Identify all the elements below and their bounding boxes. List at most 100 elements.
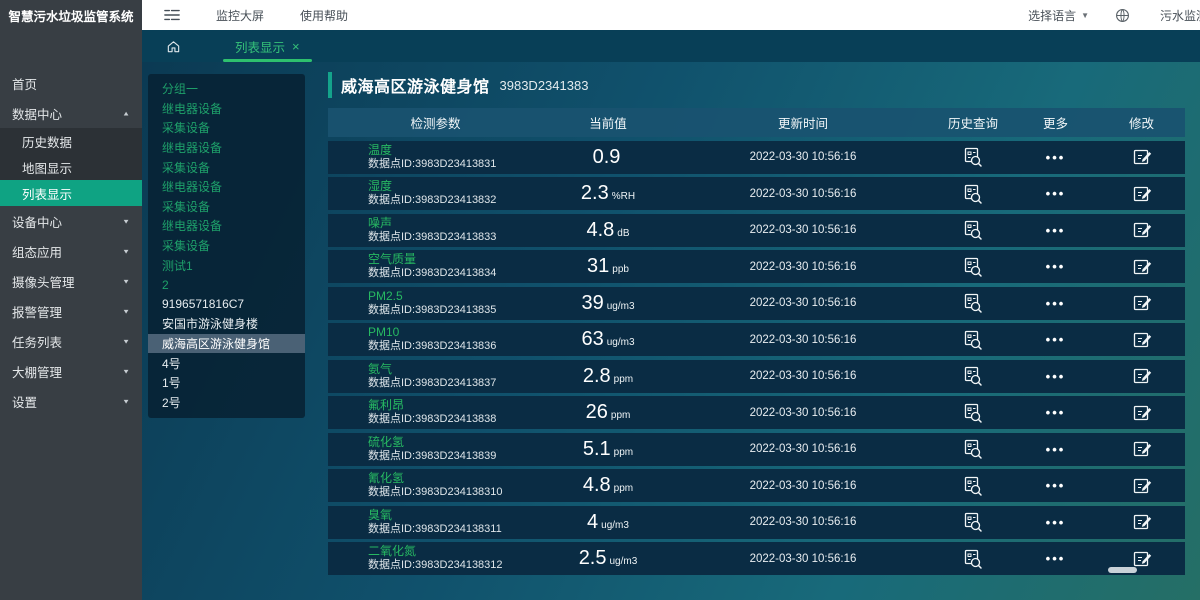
- tabbar: 列表显示 ×: [142, 30, 1200, 62]
- history-query-icon[interactable]: [962, 548, 984, 570]
- history-query-icon[interactable]: [962, 402, 984, 424]
- edit-icon[interactable]: [1131, 256, 1153, 278]
- history-query-icon[interactable]: [962, 146, 984, 168]
- more-button[interactable]: •••: [1013, 515, 1098, 530]
- current-value: 2.3: [581, 182, 609, 205]
- param-name: 臭氧: [368, 509, 543, 522]
- edit-icon[interactable]: [1131, 475, 1153, 497]
- edit-icon[interactable]: [1131, 438, 1153, 460]
- accent-bar: [328, 72, 332, 98]
- sidebar-item-camera-management[interactable]: 摄像头管理 ▼: [0, 266, 142, 296]
- sidebar-item-greenhouse-management[interactable]: 大棚管理 ▼: [0, 356, 142, 386]
- history-query-icon[interactable]: [962, 475, 984, 497]
- device-list-item[interactable]: 威海高区游泳健身馆: [148, 334, 305, 354]
- history-query-icon[interactable]: [962, 219, 984, 241]
- language-select[interactable]: 选择语言 ▼: [1028, 7, 1089, 24]
- sidebar-item-alarm-management[interactable]: 报警管理 ▼: [0, 296, 142, 326]
- station-header: 威海高区游泳健身馆 3983D2341383: [328, 70, 1185, 100]
- more-button[interactable]: •••: [1013, 442, 1098, 457]
- more-button[interactable]: •••: [1013, 405, 1098, 420]
- history-query-icon[interactable]: [962, 511, 984, 533]
- sidebar-item-map-display[interactable]: 地图显示: [0, 154, 142, 180]
- menu-fold-icon[interactable]: [164, 8, 180, 22]
- value-unit: ug/m3: [610, 556, 638, 567]
- table-row: PM2.5 数据点ID:3983D23413835 39 ug/m3 2022-…: [328, 287, 1185, 320]
- history-query-icon[interactable]: [962, 329, 984, 351]
- edit-icon[interactable]: [1131, 329, 1153, 351]
- param-cell: PM2.5 数据点ID:3983D23413835: [328, 290, 543, 317]
- sidebar-item-settings[interactable]: 设置 ▼: [0, 386, 142, 416]
- edit-icon[interactable]: [1131, 183, 1153, 205]
- topbar-link-help[interactable]: 使用帮助: [300, 7, 348, 24]
- sidebar-item-home[interactable]: 首页: [0, 68, 142, 98]
- value-cell: 31 ppb: [543, 255, 673, 278]
- sidebar-item-list-display[interactable]: 列表显示: [0, 180, 142, 206]
- more-button[interactable]: •••: [1013, 150, 1098, 165]
- param-cell: 二氧化氮 数据点ID:3983D234138312: [328, 545, 543, 572]
- device-list-item[interactable]: 测试1: [148, 255, 305, 275]
- device-list-item[interactable]: 2: [148, 275, 305, 295]
- edit-icon[interactable]: [1131, 219, 1153, 241]
- device-list-item[interactable]: 2号: [148, 393, 305, 413]
- sidebar-item-label: 设备中心: [12, 212, 62, 231]
- device-list-item[interactable]: 9196571816C7: [148, 295, 305, 315]
- device-list-item[interactable]: 采集设备: [148, 118, 305, 138]
- more-button[interactable]: •••: [1013, 551, 1098, 566]
- device-list-item[interactable]: 继电器设备: [148, 99, 305, 119]
- edit-icon[interactable]: [1131, 402, 1153, 424]
- table-row: 湿度 数据点ID:3983D23413832 2.3 %RH 2022-03-3…: [328, 177, 1185, 210]
- edit-icon[interactable]: [1131, 365, 1153, 387]
- more-button[interactable]: •••: [1013, 186, 1098, 201]
- username[interactable]: 污水监测: [1160, 7, 1200, 24]
- edit-icon[interactable]: [1131, 146, 1153, 168]
- current-value: 5.1: [583, 438, 611, 461]
- more-button[interactable]: •••: [1013, 369, 1098, 384]
- home-icon[interactable]: [166, 39, 181, 54]
- device-list-item[interactable]: 分组一: [148, 79, 305, 99]
- history-query-icon[interactable]: [962, 256, 984, 278]
- device-list-item[interactable]: 1号: [148, 373, 305, 393]
- update-time: 2022-03-30 10:56:16: [673, 224, 933, 236]
- value-unit: ug/m3: [601, 520, 629, 531]
- sidebar-item-data-center[interactable]: 数据中心 ▲: [0, 98, 142, 128]
- device-list-item[interactable]: 安国市游泳健身楼: [148, 314, 305, 334]
- device-list-item[interactable]: 4号: [148, 353, 305, 373]
- edit-icon[interactable]: [1131, 292, 1153, 314]
- more-button[interactable]: •••: [1013, 223, 1098, 238]
- history-query-icon[interactable]: [962, 365, 984, 387]
- edit-icon[interactable]: [1131, 511, 1153, 533]
- sidebar-item-config-app[interactable]: 组态应用 ▼: [0, 236, 142, 266]
- globe-icon[interactable]: [1115, 8, 1130, 23]
- datapoint-id: 数据点ID:3983D23413833: [368, 231, 543, 244]
- sidebar-item-task-list[interactable]: 任务列表 ▼: [0, 326, 142, 356]
- more-button[interactable]: •••: [1013, 332, 1098, 347]
- device-list-item[interactable]: 继电器设备: [148, 177, 305, 197]
- horizontal-scrollbar-thumb[interactable]: [1108, 567, 1137, 573]
- value-unit: ppm: [614, 374, 633, 385]
- table-row: 氰化氢 数据点ID:3983D234138310 4.8 ppm 2022-03…: [328, 469, 1185, 502]
- value-cell: 0.9: [543, 146, 673, 169]
- chevron-down-icon: ▼: [122, 217, 130, 224]
- topbar-link-monitor-screen[interactable]: 监控大屏: [216, 7, 264, 24]
- sidebar-item-device-center[interactable]: 设备中心 ▼: [0, 206, 142, 236]
- param-name: 氨气: [368, 363, 543, 376]
- close-icon[interactable]: ×: [292, 40, 300, 53]
- update-time: 2022-03-30 10:56:16: [673, 151, 933, 163]
- history-query-icon[interactable]: [962, 438, 984, 460]
- device-list-item[interactable]: 继电器设备: [148, 138, 305, 158]
- more-button[interactable]: •••: [1013, 296, 1098, 311]
- device-list-item[interactable]: 采集设备: [148, 197, 305, 217]
- value-cell: 2.5 ug/m3: [543, 547, 673, 570]
- device-list-item[interactable]: 继电器设备: [148, 216, 305, 236]
- tab-list-display[interactable]: 列表显示 ×: [223, 30, 312, 62]
- value-unit: ppm: [611, 410, 630, 421]
- history-query-icon[interactable]: [962, 292, 984, 314]
- device-list-item[interactable]: 采集设备: [148, 236, 305, 256]
- history-query-icon[interactable]: [962, 183, 984, 205]
- sidebar-item-history-data[interactable]: 历史数据: [0, 128, 142, 154]
- value-cell: 39 ug/m3: [543, 292, 673, 315]
- device-list-item[interactable]: 采集设备: [148, 157, 305, 177]
- value-cell: 4 ug/m3: [543, 511, 673, 534]
- more-button[interactable]: •••: [1013, 259, 1098, 274]
- more-button[interactable]: •••: [1013, 478, 1098, 493]
